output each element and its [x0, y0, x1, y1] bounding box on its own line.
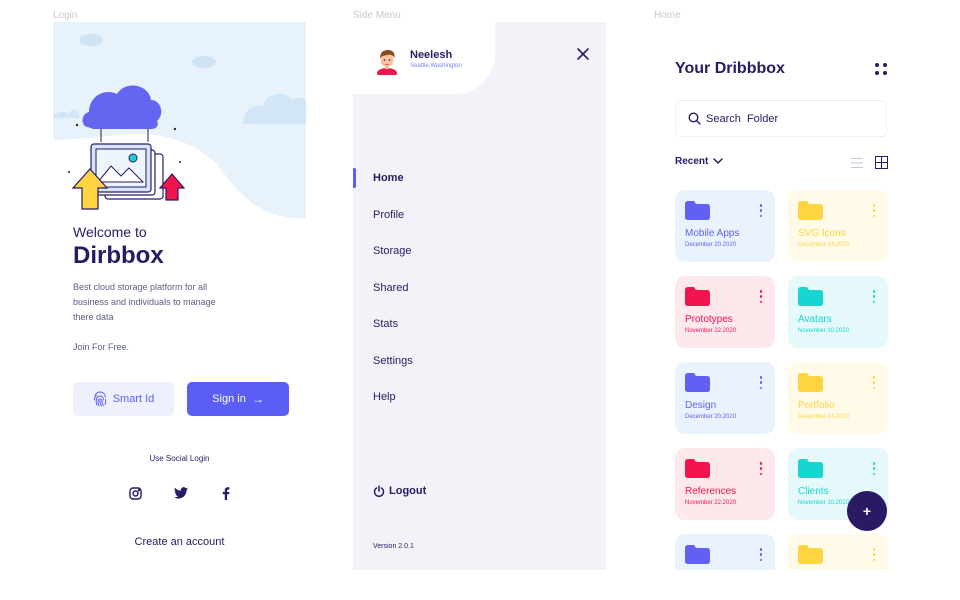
instagram-icon[interactable]	[127, 485, 143, 501]
folder-name: Portfolio	[798, 400, 835, 411]
folder-card[interactable]: Mobile Apps December 20.2020	[675, 190, 775, 262]
menu-dots-icon[interactable]	[874, 62, 888, 76]
fingerprint-icon	[93, 391, 106, 407]
search-bar	[675, 100, 887, 137]
version-text: Version 2.0.1	[373, 543, 414, 550]
search-icon	[688, 112, 701, 125]
folder-icon	[685, 287, 710, 306]
folder-date: December 14.2020	[798, 414, 850, 420]
folder-card[interactable]: Design December 20.2020	[675, 362, 775, 434]
folder-name: Prototypes	[685, 314, 733, 325]
folder-card[interactable]: References November 22.2020	[675, 448, 775, 520]
menu-item-shared[interactable]: Shared	[373, 282, 408, 294]
grid-view-icon[interactable]	[875, 156, 888, 169]
add-folder-button[interactable]: +	[847, 491, 887, 531]
folder-icon	[798, 373, 823, 392]
menu-item-stats[interactable]: Stats	[373, 318, 398, 330]
avatar	[377, 50, 397, 75]
more-options-icon[interactable]	[759, 462, 763, 475]
folder-icon	[685, 459, 710, 478]
brand-title: Dirbbox	[73, 242, 164, 269]
folder-card[interactable]: Portfolio December 14.2020	[788, 362, 888, 434]
user-location: Seattle,Washington	[410, 63, 462, 69]
menu-item-settings[interactable]: Settings	[373, 355, 413, 367]
search-input[interactable]	[706, 112, 876, 125]
power-icon	[373, 485, 385, 497]
more-options-icon[interactable]	[759, 548, 763, 561]
facebook-icon[interactable]	[218, 485, 234, 501]
side-menu-screen: Neelesh Seattle,Washington Home Profile …	[353, 22, 606, 570]
folder-icon	[685, 545, 710, 564]
list-view-icon[interactable]	[851, 157, 863, 169]
active-indicator	[353, 168, 356, 188]
folder-date: December 20.2020	[685, 242, 737, 248]
recent-dropdown[interactable]: Recent	[675, 156, 724, 167]
folder-icon	[798, 201, 823, 220]
folder-name: Design	[685, 400, 717, 411]
more-options-icon[interactable]	[759, 290, 763, 303]
menu-item-help[interactable]: Help	[373, 391, 396, 403]
folder-date: November 22.2020	[685, 500, 737, 506]
folder-card[interactable]: Prototypes November 22.2020	[675, 276, 775, 348]
folder-icon	[798, 545, 823, 564]
login-screen: Welcome to Dirbbox Best cloud storage pl…	[53, 22, 306, 570]
frame-label-side-menu: Side Menu	[353, 10, 401, 21]
folder-name: Clients	[798, 486, 829, 497]
folder-name: References	[685, 486, 737, 497]
page-title: Your Dribbbox	[675, 60, 785, 77]
folder-date: November 22.2020	[685, 328, 737, 334]
cloud-upload-illustration	[53, 22, 306, 219]
folder-icon	[685, 373, 710, 392]
twitter-icon[interactable]	[173, 485, 189, 501]
description-text: Best cloud storage platform for all busi…	[73, 282, 216, 322]
more-options-icon[interactable]	[759, 204, 763, 217]
folder-date: November 10.2020	[798, 328, 850, 334]
folder-icon	[798, 287, 823, 306]
more-options-icon[interactable]	[872, 290, 876, 303]
logout-label: Logout	[389, 485, 427, 497]
smart-id-label: Smart Id	[112, 393, 155, 405]
more-options-icon[interactable]	[872, 548, 876, 561]
folder-icon	[685, 201, 710, 220]
frame-label-home: Home	[654, 10, 681, 21]
folder-name: Avatars	[798, 314, 832, 325]
smart-id-button[interactable]: Smart Id	[73, 382, 174, 416]
frame-label-login: Login	[53, 10, 78, 21]
create-account-link[interactable]: Create an account	[53, 536, 306, 548]
folder-icon	[798, 459, 823, 478]
more-options-icon[interactable]	[872, 376, 876, 389]
folder-date: December 14.2020	[798, 242, 850, 248]
sign-in-label: Sign in	[212, 393, 246, 405]
sign-in-button[interactable]: Sign in →	[187, 382, 289, 416]
more-options-icon[interactable]	[872, 462, 876, 475]
more-options-icon[interactable]	[759, 376, 763, 389]
folder-date: December 20.2020	[685, 414, 737, 420]
recent-label: Recent	[675, 156, 709, 167]
menu-item-home[interactable]: Home	[373, 172, 404, 184]
chevron-down-icon	[713, 158, 724, 165]
folder-date: November 10.2020	[798, 500, 850, 506]
folder-name: Mobile Apps	[685, 228, 740, 239]
social-login-label: Use Social Login	[149, 454, 210, 463]
folder-card[interactable]	[675, 534, 775, 570]
close-icon[interactable]	[575, 46, 591, 62]
app-root: Login Side Menu Home Welcome to Dirbbox …	[0, 0, 960, 600]
join-link[interactable]: Join For Free.	[73, 342, 129, 352]
arrow-right-icon: →	[251, 392, 264, 406]
folder-card[interactable]: SVG Icons December 14.2020	[788, 190, 888, 262]
home-screen: Your Dribbbox Recent Mobile A	[654, 22, 907, 570]
folder-name: SVG Icons	[798, 228, 846, 239]
user-name: Neelesh	[410, 49, 453, 61]
folder-card[interactable]: Avatars November 10.2020	[788, 276, 888, 348]
menu-item-storage[interactable]: Storage	[373, 245, 412, 257]
logout-button[interactable]: Logout	[373, 485, 426, 497]
menu-item-profile[interactable]: Profile	[373, 209, 404, 221]
welcome-text: Welcome to	[73, 224, 147, 240]
folder-card[interactable]	[788, 534, 888, 570]
more-options-icon[interactable]	[872, 204, 876, 217]
